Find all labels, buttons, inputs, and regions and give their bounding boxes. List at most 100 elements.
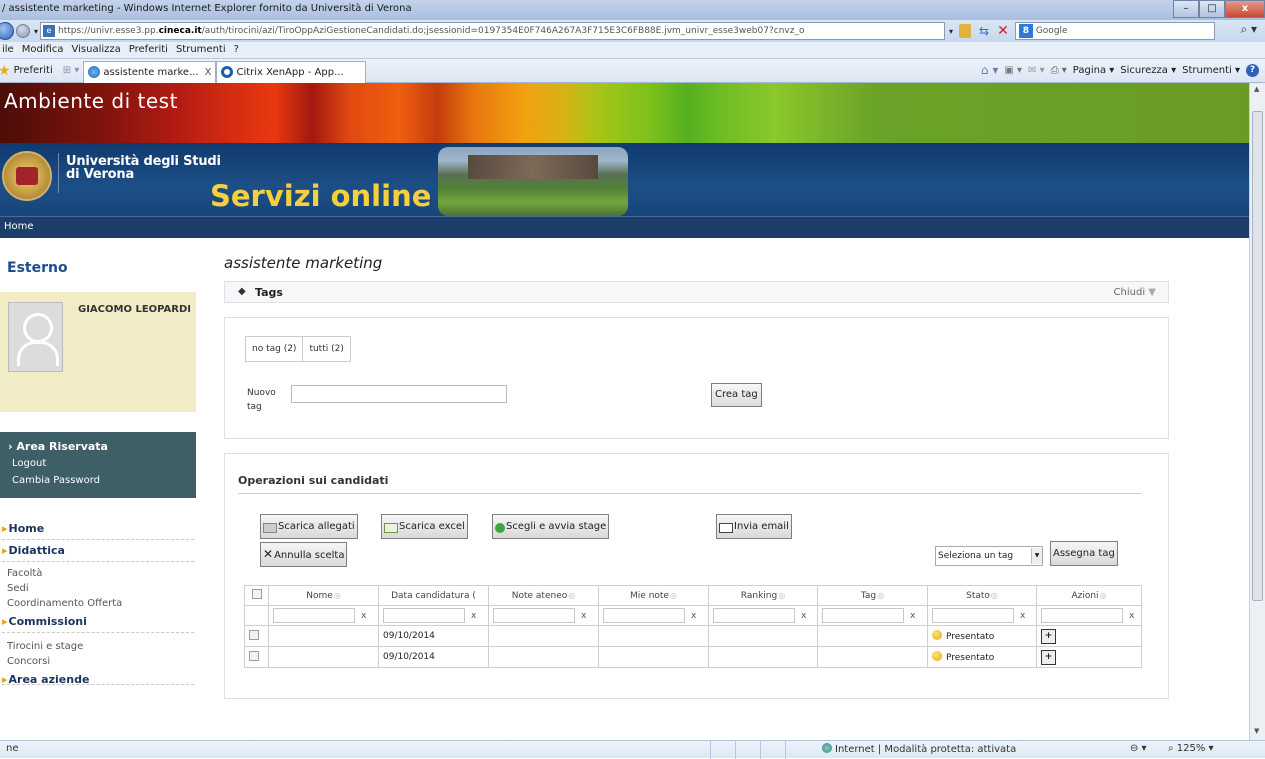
reserved-area-title[interactable]: › Area Riservata [8, 438, 188, 455]
clear-filter-icon[interactable]: x [361, 611, 366, 621]
stop-icon[interactable]: ✕ [997, 23, 1009, 39]
sidebar-item-concorsi[interactable]: Concorsi [0, 654, 196, 669]
address-toolbar: ▾ e https://univr.esse3.pp. cineca.it/aut… [0, 20, 1265, 42]
maximize-button[interactable]: □ [1199, 0, 1225, 18]
refresh-icon[interactable]: ⇆ [979, 24, 989, 38]
tab-active[interactable]: assistente marke... X [83, 60, 217, 83]
clear-filter-icon[interactable]: x [1020, 611, 1025, 621]
sidebar-item-tirocini[interactable]: Tirocini e stage [0, 633, 196, 654]
sidebar-item-facolta[interactable]: Facoltà [0, 562, 196, 581]
url-path: /auth/tirocini/azi/TiroOppAziGestioneCan… [201, 26, 805, 36]
header-note-ateneo[interactable]: Note ateneo◎ [488, 585, 599, 606]
lock-icon[interactable] [959, 24, 972, 38]
download-excel-button[interactable]: Scarica excel [381, 514, 468, 539]
university-logo[interactable] [2, 151, 52, 201]
clear-filter-icon[interactable]: x [691, 611, 696, 621]
header-nome[interactable]: Nome◎ [268, 585, 379, 606]
mail-icon[interactable]: ✉ ▾ [1028, 65, 1045, 76]
header-ranking[interactable]: Ranking◎ [708, 585, 818, 606]
filter-input-ranking[interactable] [713, 608, 795, 623]
clear-filter-icon[interactable]: x [1129, 611, 1134, 621]
address-dropdown-icon[interactable]: ▾ [949, 27, 953, 36]
sort-icon: ◎ [778, 590, 786, 600]
header-tag[interactable]: Tag◎ [817, 585, 928, 606]
tab-close-icon[interactable]: X [205, 67, 212, 78]
menu-tools[interactable]: Strumenti [176, 44, 226, 58]
rss-icon[interactable]: ▣ ▾ [1004, 65, 1022, 76]
history-dropdown-icon[interactable]: ▾ [34, 27, 38, 36]
scrollbar-thumb[interactable] [1252, 111, 1263, 601]
zoom-control[interactable]: ⌕ 125% ▾ [1168, 743, 1214, 754]
sidebar-item-home[interactable]: Home [2, 518, 194, 540]
send-email-button[interactable]: Invia email [716, 514, 792, 539]
print-icon[interactable]: ⎙ ▾ [1051, 65, 1067, 76]
clear-filter-icon[interactable]: x [801, 611, 806, 621]
download-attachments-button[interactable]: Scarica allegati [260, 514, 358, 539]
forward-button[interactable] [16, 24, 30, 38]
home-icon[interactable]: ⌂ ▾ [981, 63, 998, 77]
clear-filter-icon[interactable]: x [581, 611, 586, 621]
help-icon[interactable]: ? [1246, 63, 1259, 77]
back-button[interactable] [0, 22, 14, 40]
view-details-icon[interactable]: + [1041, 628, 1056, 644]
tag-select[interactable]: Seleziona un tag ▼ [935, 546, 1043, 566]
menu-help[interactable]: ? [234, 44, 239, 58]
scroll-down-icon[interactable]: ▼ [1254, 727, 1259, 735]
cancel-choice-button[interactable]: ✕Annulla scelta [260, 542, 348, 567]
filter-input-azioni[interactable] [1041, 608, 1123, 623]
menu-file[interactable]: ile [2, 44, 14, 58]
filter-all[interactable]: tutti (2) [303, 337, 349, 361]
choose-start-stage-button[interactable]: Scegli e avvia stage [492, 514, 610, 539]
filter-input-mie-note[interactable] [603, 608, 685, 623]
clear-filter-icon[interactable]: x [910, 611, 915, 621]
page-scrollbar[interactable]: ▲ ▼ [1249, 83, 1265, 740]
menu-favorites[interactable]: Preferiti [129, 44, 168, 58]
favorites-star-icon[interactable]: ★ [0, 63, 11, 79]
filter-cell-tag: x [817, 605, 928, 626]
search-icon[interactable]: ⌕ ▾ [1240, 22, 1257, 37]
filter-input-note-ateneo[interactable] [493, 608, 575, 623]
address-bar[interactable]: e https://univr.esse3.pp. cineca.it/auth/… [40, 22, 946, 40]
filter-input-data[interactable] [383, 608, 465, 623]
sidebar-item-commissioni[interactable]: Commissioni [2, 611, 194, 633]
logout-link[interactable]: Logout [8, 455, 188, 472]
env-banner-text: Ambiente di test [4, 89, 178, 113]
header-stato[interactable]: Stato◎ [927, 585, 1037, 606]
header-azioni[interactable]: Azioni◎ [1036, 585, 1142, 606]
header-mie-note[interactable]: Mie note◎ [598, 585, 709, 606]
quick-tabs-icon[interactable]: ⊞ ▾ [63, 65, 80, 76]
filter-input-stato[interactable] [932, 608, 1014, 623]
create-tag-button[interactable]: Crea tag [711, 383, 762, 407]
clear-filter-icon[interactable]: x [471, 611, 476, 621]
sidebar-item-sedi[interactable]: Sedi [0, 581, 196, 596]
filter-input-nome[interactable] [273, 608, 355, 623]
menu-view[interactable]: Visualizza [72, 44, 121, 58]
page-menu[interactable]: Pagina ▾ [1073, 65, 1115, 76]
favorites-button[interactable]: Preferiti [14, 65, 53, 76]
filter-no-tag[interactable]: no tag (2) [246, 337, 304, 361]
menu-edit[interactable]: Modifica [22, 44, 64, 58]
collapse-tags-button[interactable]: Chiudi ▼ [1114, 287, 1156, 298]
new-tag-input[interactable] [291, 385, 507, 403]
header-data[interactable]: Data candidatura ( [378, 585, 489, 606]
security-menu[interactable]: Sicurezza ▾ [1120, 65, 1176, 76]
home-link[interactable]: Home [4, 221, 34, 232]
scroll-up-icon[interactable]: ▲ [1254, 85, 1259, 93]
close-window-button[interactable]: x [1225, 0, 1265, 18]
view-details-icon[interactable]: + [1041, 649, 1056, 665]
tab-citrix[interactable]: Citrix XenApp - App... [216, 60, 367, 83]
sidebar-item-coordinamento-offerta[interactable]: Coordinamento Offerta [0, 596, 196, 611]
select-all-checkbox[interactable] [251, 589, 262, 599]
assign-tag-button[interactable]: Assegna tag [1050, 541, 1118, 566]
row-checkbox[interactable] [249, 629, 259, 640]
search-input[interactable]: 8 Google [1014, 22, 1215, 40]
row-checkbox[interactable] [249, 650, 259, 661]
protected-mode-icon[interactable]: ⊖ ▾ [1130, 743, 1147, 754]
sidebar-item-cut[interactable]: Area aziende [2, 673, 194, 685]
change-password-link[interactable]: Cambia Password [8, 472, 188, 489]
university-header: Università degli Studi di Verona Servizi… [0, 143, 1249, 216]
filter-input-tag[interactable] [822, 608, 904, 623]
tools-menu[interactable]: Strumenti ▾ [1182, 65, 1240, 76]
minimize-button[interactable]: – [1173, 0, 1199, 18]
sidebar-item-didattica[interactable]: Didattica [2, 540, 194, 562]
